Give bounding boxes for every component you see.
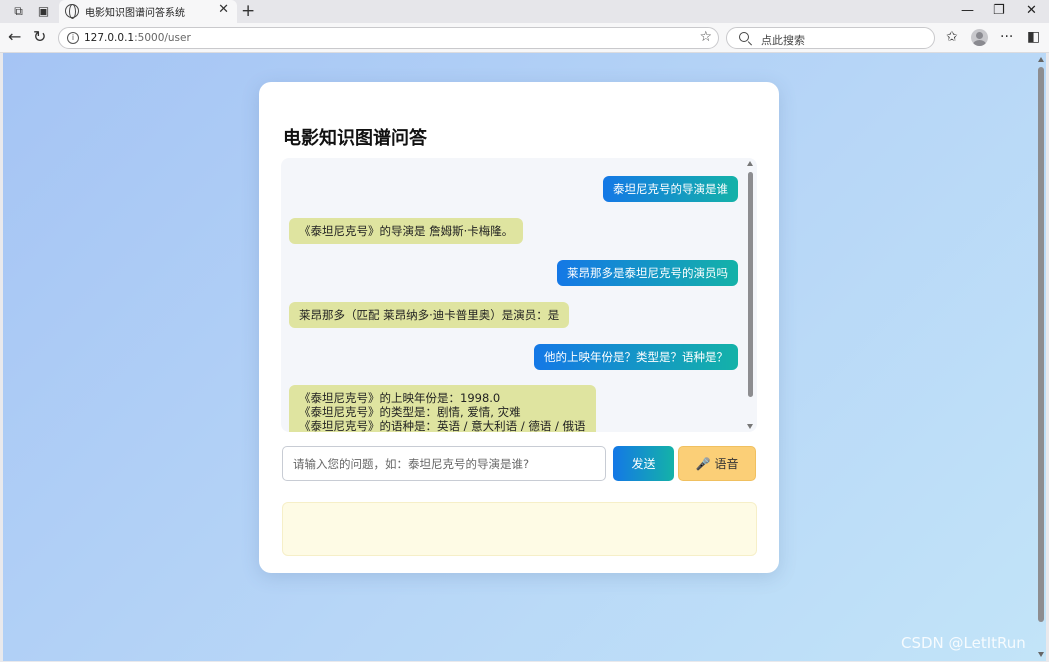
page-scrollbar-thumb[interactable] [1038,67,1044,622]
voice-button[interactable]: 🎤 语音 [678,446,756,481]
result-panel [282,502,757,556]
workspaces-icon[interactable]: ⧉ [11,4,26,19]
minimize-button[interactable]: — [961,3,974,18]
bot-message: 莱昂那多（匹配 莱昂纳多·迪卡普里奥）是演员：是 [289,302,570,328]
user-message: 莱昂那多是泰坦尼克号的演员吗 [557,260,738,286]
search-box[interactable]: 点此搜索 [726,27,935,49]
new-tab-button[interactable]: + [241,1,255,21]
microphone-icon: 🎤 [695,457,711,471]
refresh-icon[interactable]: ↻ [33,28,46,46]
bot-message-line: 《泰坦尼克号》的语种是：英语 / 意大利语 / 德语 / 俄语 [299,419,586,432]
tab-actions-icon[interactable]: ▣ [36,4,51,19]
page-scroll-down-icon[interactable] [1038,652,1044,657]
user-message: 他的上映年份是？类型是？语种是？ [534,344,738,370]
tab-bar: ⧉ ▣ 电影知识图谱问答系统 ✕ + — ❐ ✕ [0,0,1049,23]
tab-active[interactable]: 电影知识图谱问答系统 ✕ [59,0,237,23]
back-arrow-icon[interactable]: ← [8,28,21,46]
favorites-icon[interactable]: ✩ [946,29,958,45]
globe-icon [65,4,79,19]
address-url: 127.0.0.1:5000/user [84,32,191,44]
qa-card: 电影知识图谱问答 泰坦尼克号的导演是谁 《泰坦尼克号》的导演是 詹姆斯·卡梅隆。… [259,82,779,573]
avatar[interactable] [971,29,988,46]
page-scroll-up-icon[interactable] [1038,57,1044,62]
page-title: 电影知识图谱问答 [283,128,427,149]
search-placeholder: 点此搜索 [761,34,805,47]
bot-message-line: 《泰坦尼克号》的上映年份是：1998.0 [299,391,501,405]
address-bar[interactable]: i 127.0.0.1:5000/user ☆ [58,27,719,49]
scrollbar-thumb[interactable] [748,172,753,397]
tab-title: 电影知识图谱问答系统 [85,8,185,19]
window-close-button[interactable]: ✕ [1026,3,1037,18]
page-viewport: 电影知识图谱问答 泰坦尼克号的导演是谁 《泰坦尼克号》的导演是 詹姆斯·卡梅隆。… [3,53,1046,661]
question-input[interactable] [282,446,606,481]
scroll-up-arrow-icon[interactable] [747,161,753,166]
send-button[interactable]: 发送 [613,446,674,481]
search-icon [739,32,749,42]
more-menu-icon[interactable]: ··· [1000,29,1013,45]
chat-scrollbar[interactable] [747,160,755,430]
chat-box[interactable]: 泰坦尼克号的导演是谁 《泰坦尼克号》的导演是 詹姆斯·卡梅隆。 莱昂那多是泰坦尼… [281,158,757,432]
page-scrollbar[interactable] [1038,57,1044,657]
voice-button-label: 语音 [714,457,739,471]
info-icon[interactable]: i [67,32,79,44]
scroll-down-arrow-icon[interactable] [747,424,753,429]
tab-close-icon[interactable]: ✕ [218,2,229,17]
restore-button[interactable]: ❐ [993,3,1005,18]
favorite-star-icon[interactable]: ☆ [699,29,712,45]
browser-toolbar: ← ↻ i 127.0.0.1:5000/user ☆ 点此搜索 ✩ ··· ◧ [0,23,1049,53]
user-message: 泰坦尼克号的导演是谁 [603,176,738,202]
sidebar-toggle-icon[interactable]: ◧ [1027,29,1040,45]
bot-message-line: 《泰坦尼克号》的类型是：剧情, 爱情, 灾难 [299,405,521,419]
bot-message: 《泰坦尼克号》的导演是 詹姆斯·卡梅隆。 [289,218,524,244]
watermark: CSDN @LetItRun [901,634,1026,652]
bot-message-multiline: 《泰坦尼克号》的上映年份是：1998.0 《泰坦尼克号》的类型是：剧情, 爱情,… [289,385,596,432]
